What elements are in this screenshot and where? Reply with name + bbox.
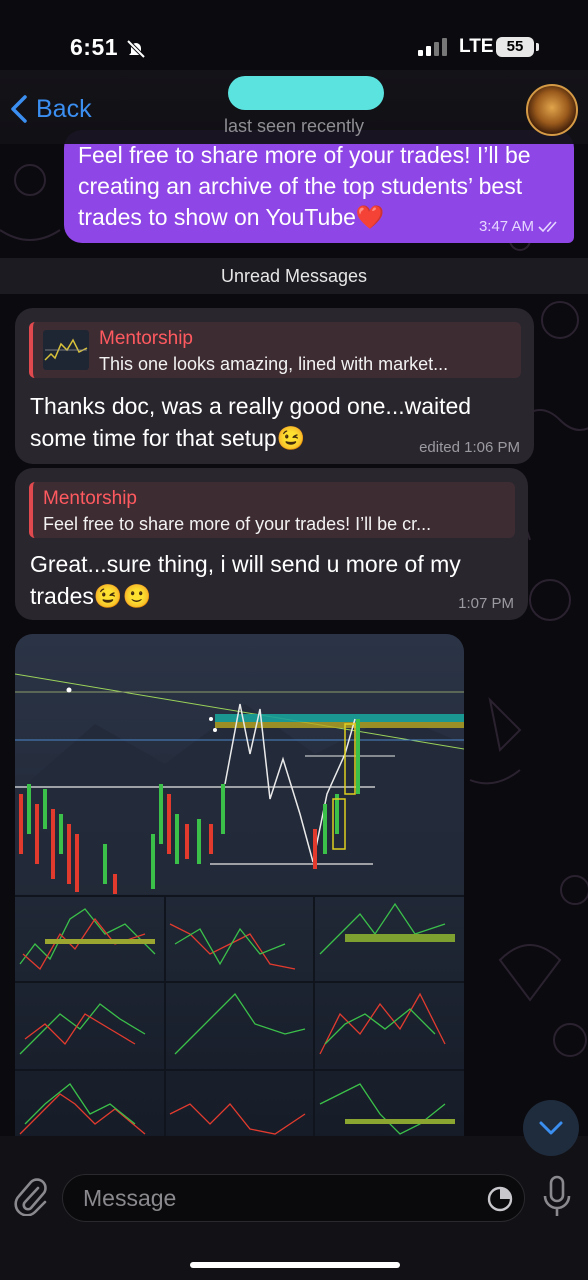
unread-divider: Unread Messages: [0, 258, 588, 294]
message-time: 1:07 PM: [458, 595, 514, 612]
reply-preview: This one looks amazing, lined with marke…: [99, 354, 449, 374]
trading-charts-image: [15, 634, 464, 1157]
reply-preview: Feel free to share more of your trades! …: [43, 514, 432, 534]
microphone-icon[interactable]: [542, 1174, 572, 1220]
chevron-down-icon: [539, 1121, 563, 1135]
avatar[interactable]: [526, 84, 578, 136]
chat-header: Back last seen recently: [0, 70, 588, 144]
battery-icon: 55: [496, 37, 539, 57]
message-text: Great...sure thing, i will send u more o…: [30, 551, 461, 609]
message-meta: 3:47 AM: [479, 218, 562, 235]
chart-thumbnail-icon: [44, 338, 88, 361]
cellular-signal-icon: [418, 38, 447, 56]
network-type: LTE: [459, 36, 494, 57]
reply-thumbnail: [43, 330, 89, 370]
double-check-icon: [538, 220, 557, 232]
message-time: edited 1:06 PM: [419, 439, 520, 456]
incoming-message[interactable]: Mentorship Feel free to share more of yo…: [15, 468, 528, 620]
message-input[interactable]: [81, 1184, 465, 1213]
message-time: 3:47 AM: [478, 218, 534, 235]
message-input-container[interactable]: [62, 1174, 525, 1222]
sticker-icon[interactable]: [486, 1185, 514, 1213]
clock: 6:51: [70, 34, 119, 60]
paperclip-icon[interactable]: [14, 1176, 48, 1216]
contact-name-redacted[interactable]: [228, 76, 384, 110]
photo-message[interactable]: [15, 634, 464, 1157]
reply-sender: Mentorship: [99, 328, 193, 349]
reply-quote[interactable]: Mentorship This one looks amazing, lined…: [29, 322, 521, 378]
reply-quote[interactable]: Mentorship Feel free to share more of yo…: [29, 482, 515, 538]
status-bar: 6:51 LTE 55: [0, 0, 588, 80]
scroll-down-button[interactable]: [523, 1100, 579, 1156]
last-seen-status: last seen recently: [223, 116, 365, 136]
reply-sender: Mentorship: [43, 488, 137, 509]
message-composer: [0, 1136, 588, 1280]
incoming-message[interactable]: Mentorship This one looks amazing, lined…: [15, 308, 534, 464]
outgoing-message[interactable]: Feel free to share more of your trades! …: [64, 130, 574, 243]
home-indicator: [190, 1262, 400, 1268]
silent-bell-icon: [126, 39, 146, 59]
